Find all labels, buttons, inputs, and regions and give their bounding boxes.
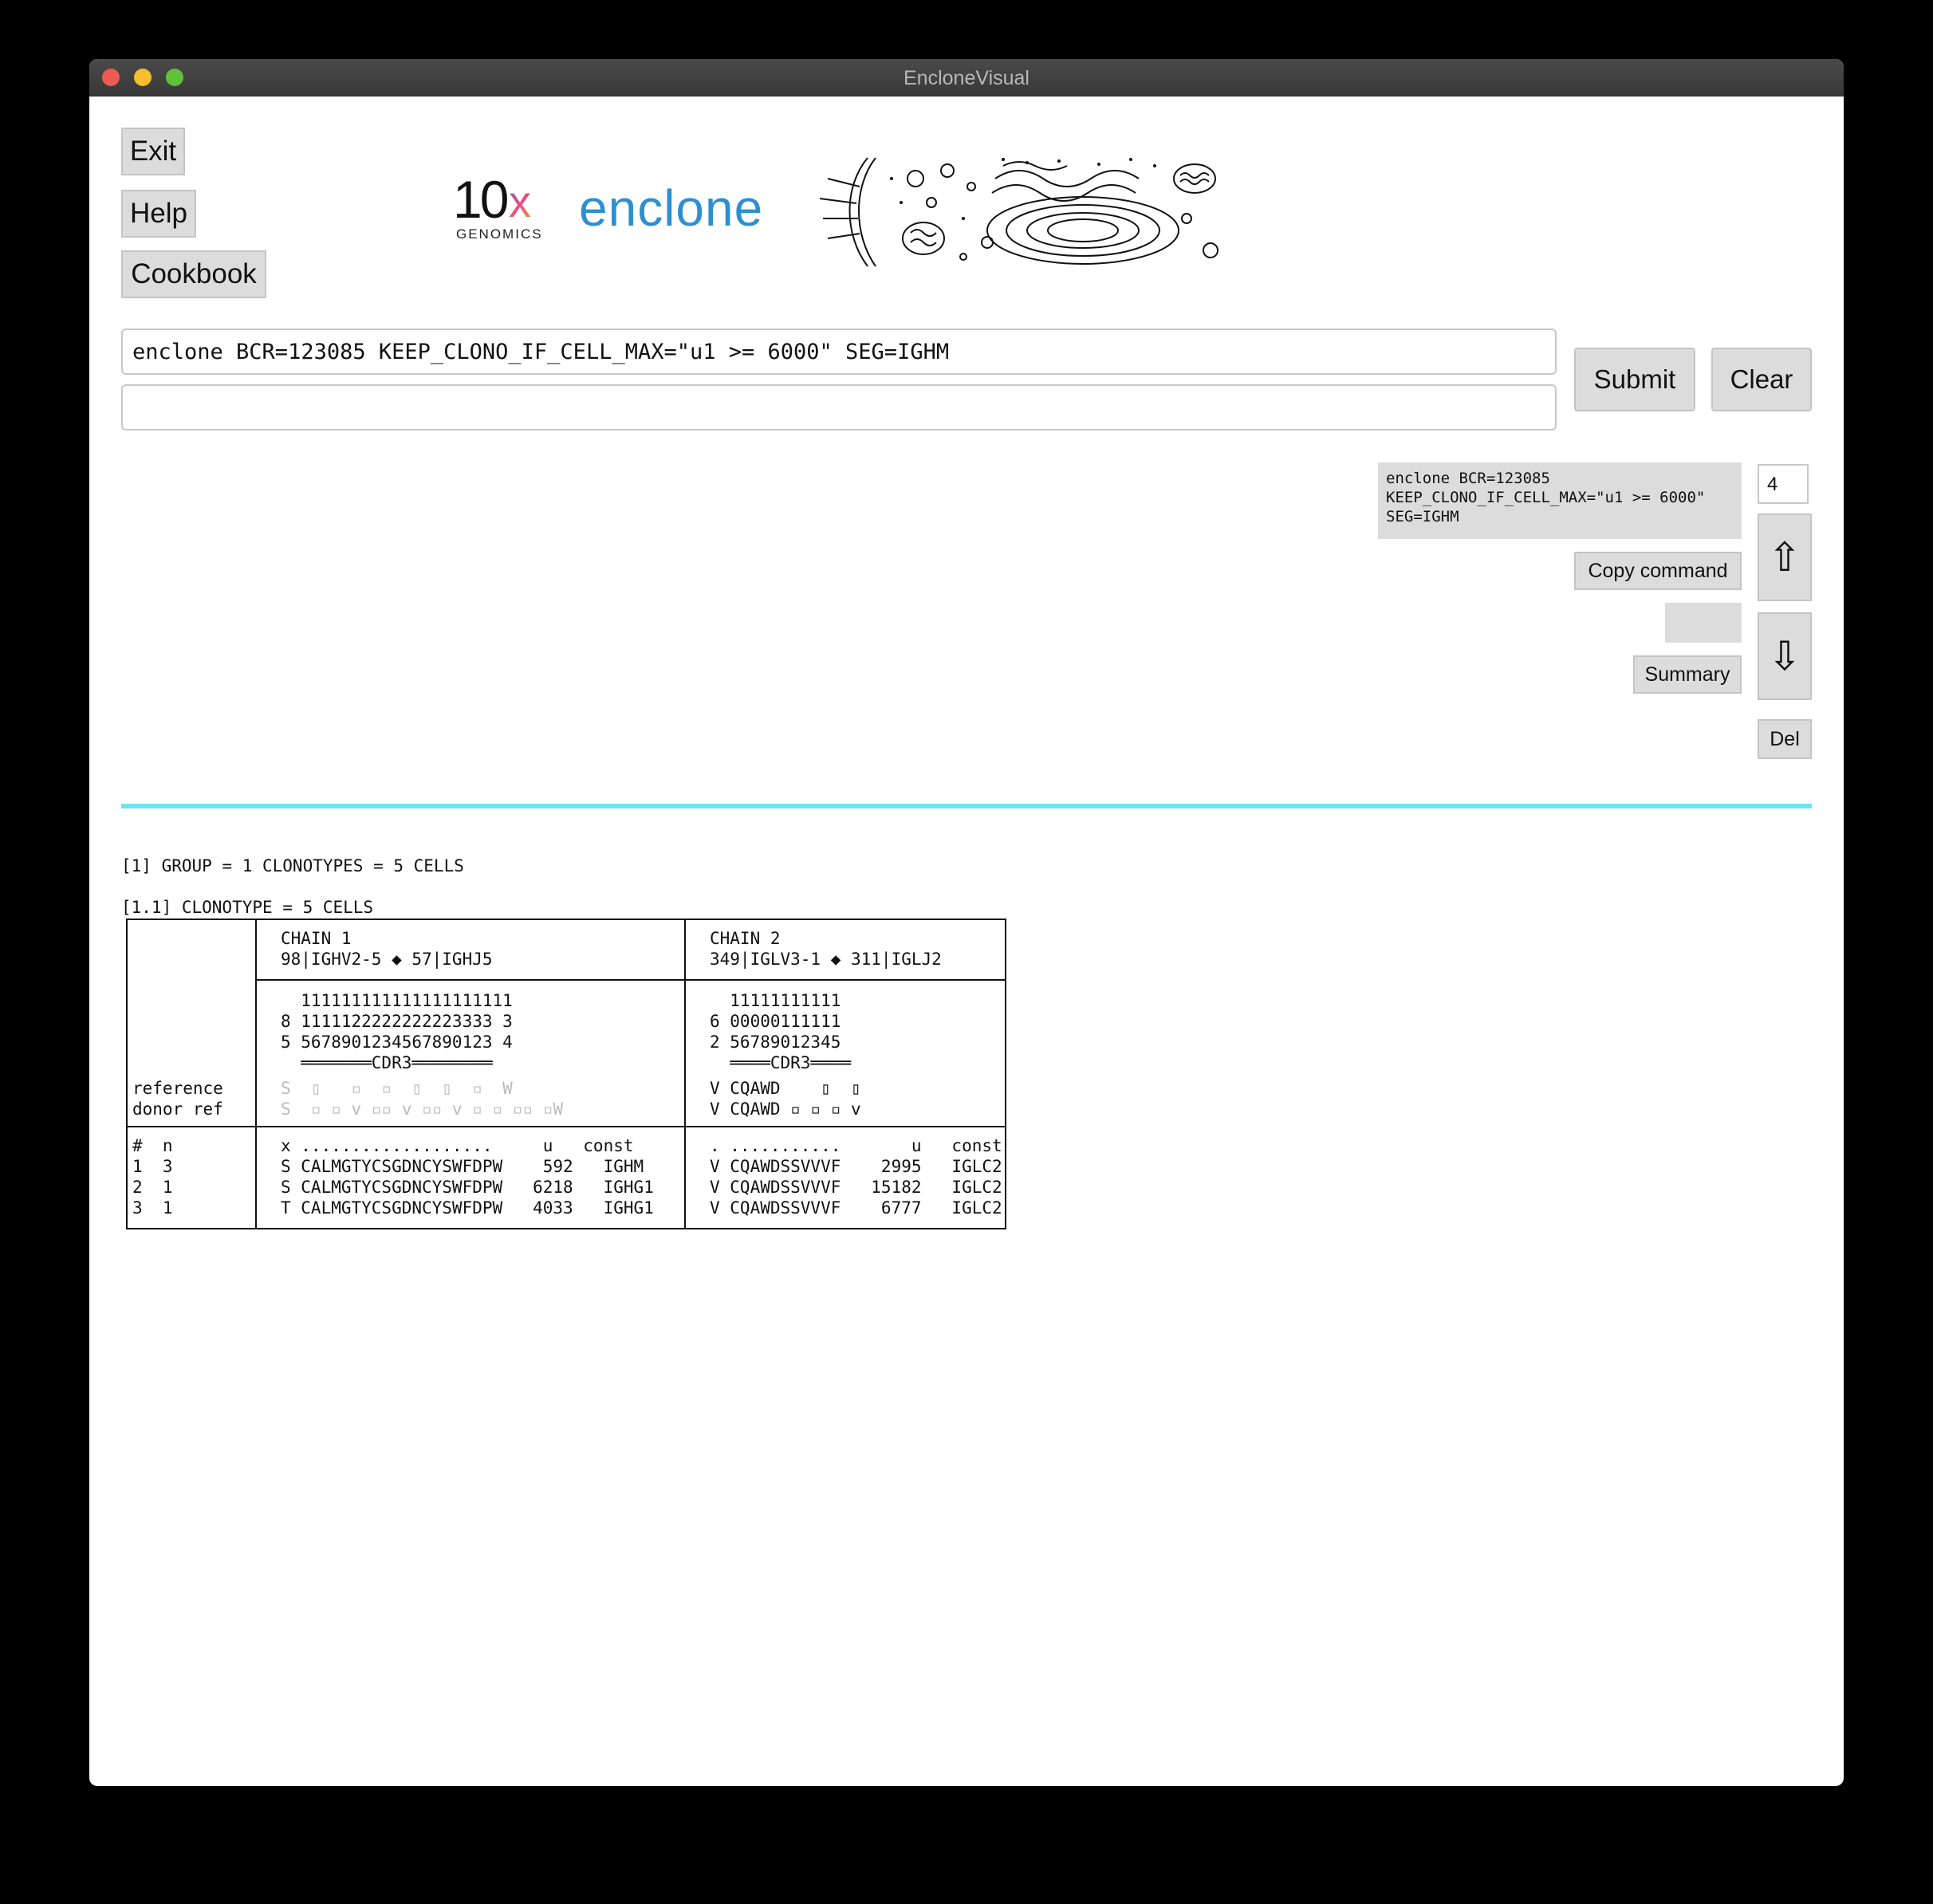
logo-genomics: GENOMICS	[456, 226, 543, 242]
reference-label: reference	[132, 1079, 223, 1098]
clonotype-header: [1.1] CLONOTYPE = 5 CELLS	[121, 898, 374, 917]
chain1-cdr3-marker: ═══════CDR3════════	[281, 1053, 493, 1072]
chain2-reference: V CQAWD ▯ ▯	[710, 1079, 861, 1098]
table-row: S CALMGTYCSGDNCYSWFDPW 6218 IGHG1	[281, 1178, 654, 1197]
divider	[121, 804, 1812, 808]
table-row: V CQAWDSSVVVF 2995 IGLC2	[710, 1157, 1002, 1176]
chain2-column-header: . ........... u const	[710, 1136, 1002, 1155]
chain1-title: CHAIN 1	[281, 929, 352, 948]
app-window: EncloneVisual Exit Help Cookbook 10 x GE…	[89, 59, 1844, 1786]
chain2-positions: 6 00000111111	[710, 1012, 841, 1031]
window-title: EncloneVisual	[904, 67, 1029, 89]
history-command-box: enclone BCR=123085 KEEP_CLONO_IF_CELL_MA…	[1378, 462, 1742, 539]
clear-button[interactable]: Clear	[1711, 348, 1812, 411]
chain2-positions: 2 56789012345	[710, 1033, 841, 1052]
10x-genomics-logo: 10 x GENOMICS	[453, 170, 549, 246]
logo-x: x	[509, 176, 531, 226]
table-row: T CALMGTYCSGDNCYSWFDPW 4033 IGHG1	[281, 1198, 654, 1218]
chain1-positions: 5 5678901234567890123 4	[281, 1033, 513, 1052]
logo-number: 10	[453, 170, 509, 229]
chain2-donor-ref: V CQAWD ▫ ▫ ▫ v	[710, 1100, 861, 1119]
cell-illustration	[812, 155, 1226, 268]
history-command-line: KEEP_CLONO_IF_CELL_MAX="u1 >= 6000"	[1386, 489, 1706, 506]
history-command-line: SEG=IGHM	[1386, 508, 1459, 525]
donor-ref-label: donor ref	[132, 1100, 223, 1119]
exit-button[interactable]: Exit	[121, 128, 185, 175]
table-row: V CQAWDSSVVVF 15182 IGLC2	[710, 1178, 1002, 1197]
title-bar: EncloneVisual	[89, 59, 1844, 96]
chain2-positions: 11111111111	[710, 991, 841, 1010]
chain1-subtitle: 98|IGHV2-5 ◆ 57|IGHJ5	[281, 950, 493, 969]
chain1-donor-ref: S ▫ ▫ v ▫▫ v ▫▫ v ▫ ▫ ▫▫ ▫W	[281, 1100, 564, 1119]
chain1-positions: 111111111111111111111	[281, 991, 513, 1010]
chain2-subtitle: 349|IGLV3-1 ◆ 311|IGLJ2	[710, 950, 942, 969]
group-header: [1] GROUP = 1 CLONOTYPES = 5 CELLS	[121, 856, 464, 875]
chain2-cdr3-marker: ════CDR3════	[710, 1053, 852, 1072]
table-row: 2 1	[132, 1178, 173, 1197]
table-row: 3 1	[132, 1198, 173, 1218]
help-button[interactable]: Help	[121, 190, 196, 238]
chain1-reference: S ▯ ▫ ▫ ▯ ▯ ▫ W	[281, 1079, 513, 1098]
chain1-column-header: x ................... u const	[281, 1136, 634, 1155]
history-name-box[interactable]	[1665, 603, 1742, 643]
delete-button[interactable]: Del	[1758, 719, 1812, 759]
enclone-logo-text: enclone	[579, 179, 764, 237]
chain1-positions: 8 1111122222222223333 3	[281, 1012, 513, 1031]
table-row: S CALMGTYCSGDNCYSWFDPW 592 IGHM	[281, 1157, 644, 1176]
chain2-title: CHAIN 2	[710, 929, 781, 948]
history-index-box: 4	[1758, 464, 1809, 504]
arrow-up-icon[interactable]: ⇧	[1758, 513, 1812, 601]
copy-command-button[interactable]: Copy command	[1574, 552, 1742, 590]
command-input[interactable]: enclone BCR=123085 KEEP_CLONO_IF_CELL_MA…	[121, 328, 1557, 375]
summary-button[interactable]: Summary	[1633, 655, 1742, 694]
rows-header: # n	[132, 1136, 173, 1155]
table-row: V CQAWDSSVVVF 6777 IGLC2	[710, 1198, 1002, 1218]
clonotype-table: reference donor ref # n 1 3 2 1 3 1 CHAI…	[126, 919, 1006, 1229]
arrow-down-icon[interactable]: ⇩	[1758, 612, 1812, 700]
submit-button[interactable]: Submit	[1574, 348, 1695, 411]
table-row: 1 3	[132, 1157, 173, 1176]
history-command-line: enclone BCR=123085	[1386, 470, 1550, 487]
cookbook-button[interactable]: Cookbook	[121, 250, 266, 298]
secondary-command-input[interactable]	[121, 384, 1557, 431]
